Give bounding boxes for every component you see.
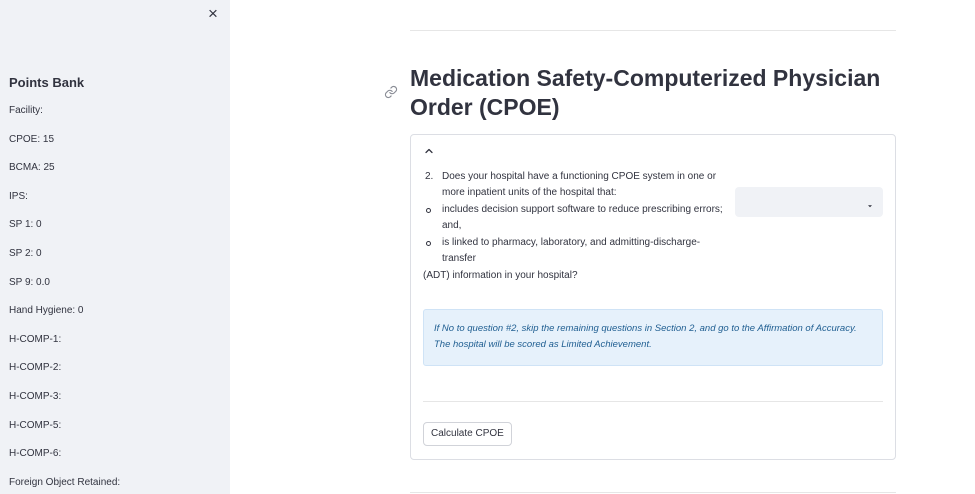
sidebar-title: Points Bank: [9, 75, 85, 90]
sidebar-item-sp1: SP 1: 0: [9, 219, 42, 231]
info-alert: If No to question #2, skip the remaining…: [423, 309, 883, 366]
sidebar-item-foreign-object: Foreign Object Retained:: [9, 476, 121, 488]
sidebar-item-hcomp3: H-COMP-3:: [9, 390, 62, 402]
sidebar-item-sp9: SP 9: 0.0: [9, 276, 50, 288]
sidebar-item-hcomp5: H-COMP-5:: [9, 419, 62, 431]
question-number: 2.: [425, 171, 434, 182]
question-tail: (ADT) information in your hospital?: [423, 270, 578, 281]
sidebar-item-facility: Facility:: [9, 105, 43, 116]
bullet-icon: [426, 240, 431, 246]
points-list: Facility: CPOE: 15 BCMA: 25 IPS: SP 1: 0…: [9, 104, 120, 494]
caret-down-icon: [866, 197, 874, 208]
question-block: 2. Does your hospital have a functioning…: [423, 169, 723, 284]
cpoe-expander: 2. Does your hospital have a functioning…: [410, 134, 896, 460]
sidebar-item-ips: IPS:: [9, 190, 28, 202]
question-text: Does your hospital have a functioning CP…: [442, 171, 717, 198]
sidebar-item-cpoe: CPOE: 15: [9, 133, 55, 145]
sidebar-item-hcomp2: H-COMP-2:: [9, 362, 62, 374]
bullet-text: is linked to pharmacy, laboratory, and a…: [442, 237, 701, 264]
list-item: is linked to pharmacy, laboratory, and a…: [423, 235, 723, 266]
question-item: 2. Does your hospital have a functioning…: [423, 169, 723, 200]
bullet-icon: [426, 207, 431, 213]
sidebar-item-hcomp6: H-COMP-6:: [9, 448, 62, 460]
answer-select[interactable]: [735, 187, 883, 217]
page-title: Medication Safety-Computerized Physician…: [410, 65, 881, 120]
divider: [423, 401, 883, 402]
sidebar-item-sp2: SP 2: 0: [9, 247, 42, 259]
bullet-text: includes decision support software to re…: [442, 204, 723, 231]
sidebar-item-hcomp1: H-COMP-1:: [9, 333, 62, 345]
calculate-cpoe-button[interactable]: Calculate CPOE: [423, 422, 512, 446]
list-item: includes decision support software to re…: [423, 202, 723, 233]
info-text: If No to question #2, skip the remaining…: [434, 323, 857, 350]
close-icon[interactable]: ×: [203, 4, 223, 24]
main-content: Medication Safety-Computerized Physician…: [230, 0, 975, 494]
sidebar-item-hand-hygiene: Hand Hygiene: 0: [9, 305, 84, 317]
divider: [410, 30, 896, 31]
sidebar-item-bcma: BCMA: 25: [9, 162, 55, 174]
link-icon[interactable]: [384, 85, 398, 99]
sidebar: × Points Bank Facility: CPOE: 15 BCMA: 2…: [0, 0, 230, 494]
chevron-up-icon[interactable]: [423, 144, 435, 156]
divider: [410, 492, 896, 493]
